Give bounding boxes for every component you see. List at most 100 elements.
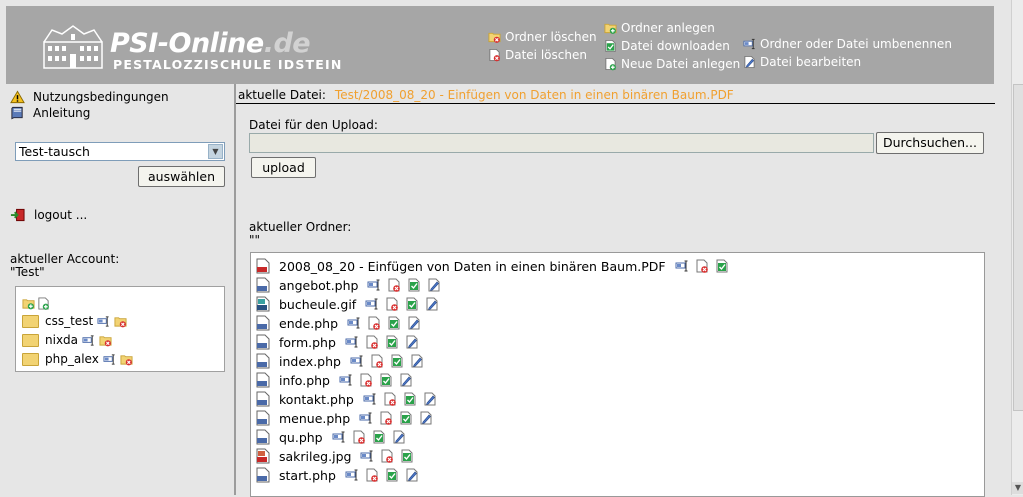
delete-file-icon[interactable]	[365, 335, 379, 349]
file-name[interactable]: start.php	[279, 468, 336, 483]
rename-icon[interactable]	[350, 354, 364, 368]
delete-file-icon[interactable]	[370, 354, 384, 368]
manual-link[interactable]: Anleitung	[10, 106, 90, 120]
tree-folder-item[interactable]: nixda	[22, 332, 112, 348]
create-folder-link[interactable]: Ordner anlegen	[604, 21, 715, 35]
edit-icon[interactable]	[425, 297, 439, 311]
file-row[interactable]: qu.php	[256, 428, 406, 446]
download-icon[interactable]	[407, 278, 421, 292]
delete-file-icon[interactable]	[365, 468, 379, 482]
chevron-down-icon[interactable]: ▼	[208, 144, 223, 159]
edit-icon[interactable]	[419, 411, 433, 425]
rename-icon[interactable]	[332, 430, 346, 444]
file-name[interactable]: ende.php	[279, 316, 338, 331]
delete-file-icon[interactable]	[352, 430, 366, 444]
delete-folder-icon[interactable]	[99, 334, 112, 347]
edit-icon[interactable]	[410, 354, 424, 368]
file-row[interactable]: sakrileg.jpg	[256, 447, 414, 465]
file-row[interactable]: 2008_08_20 - Einfügen von Daten in einen…	[256, 257, 729, 275]
site-logo-text[interactable]: PSI-Online.de	[110, 30, 311, 58]
file-row[interactable]: bucheule.gif	[256, 295, 439, 313]
download-icon[interactable]	[379, 373, 393, 387]
download-icon[interactable]	[390, 354, 404, 368]
new-file-icon[interactable]	[37, 297, 50, 310]
rename-link[interactable]: Ordner oder Datei umbenennen	[743, 37, 952, 51]
file-row[interactable]: index.php	[256, 352, 424, 370]
delete-folder-link[interactable]: Ordner löschen	[488, 30, 597, 44]
edit-icon[interactable]	[423, 392, 437, 406]
delete-folder-icon[interactable]	[114, 315, 127, 328]
download-icon[interactable]	[400, 449, 414, 463]
page-scrollbar[interactable]: ▼	[1011, 0, 1023, 495]
upload-file-field[interactable]	[249, 133, 874, 153]
file-row[interactable]: form.php	[256, 333, 419, 351]
edit-icon[interactable]	[407, 316, 421, 330]
terms-link[interactable]: Nutzungsbedingungen	[10, 90, 169, 104]
rename-icon[interactable]	[367, 278, 381, 292]
edit-icon[interactable]	[405, 468, 419, 482]
new-folder-icon[interactable]	[22, 297, 35, 310]
download-icon[interactable]	[385, 335, 399, 349]
rename-icon[interactable]	[360, 449, 374, 463]
file-row[interactable]: start.php	[256, 466, 419, 484]
rename-icon[interactable]	[103, 353, 116, 366]
file-name[interactable]: qu.php	[279, 430, 323, 445]
delete-file-icon[interactable]	[367, 316, 381, 330]
file-name[interactable]: 2008_08_20 - Einfügen von Daten in einen…	[279, 259, 666, 274]
download-file-link[interactable]: Datei downloaden	[604, 39, 730, 53]
delete-folder-icon[interactable]	[120, 353, 133, 366]
account-select[interactable]: Test-tausch ▼	[15, 142, 225, 161]
delete-file-icon[interactable]	[379, 411, 393, 425]
download-icon[interactable]	[385, 468, 399, 482]
file-row[interactable]: kontakt.php	[256, 390, 437, 408]
rename-icon[interactable]	[345, 468, 359, 482]
rename-icon[interactable]	[359, 411, 373, 425]
rename-icon[interactable]	[363, 392, 377, 406]
delete-file-link[interactable]: Datei löschen	[488, 48, 587, 62]
edit-icon[interactable]	[427, 278, 441, 292]
select-account-button[interactable]: auswählen	[138, 166, 225, 187]
upload-button[interactable]: upload	[251, 157, 316, 178]
download-icon[interactable]	[405, 297, 419, 311]
file-row[interactable]: info.php	[256, 371, 413, 389]
delete-file-icon[interactable]	[695, 259, 709, 273]
edit-icon[interactable]	[392, 430, 406, 444]
file-row[interactable]: angebot.php	[256, 276, 441, 294]
tree-folder-item[interactable]: php_alex	[22, 351, 133, 367]
file-name[interactable]: sakrileg.jpg	[279, 449, 351, 464]
scroll-down-icon[interactable]: ▼	[1012, 482, 1023, 494]
tree-folder-item[interactable]: css_test	[22, 313, 127, 329]
delete-file-icon[interactable]	[359, 373, 373, 387]
rename-icon[interactable]	[339, 373, 353, 387]
download-icon[interactable]	[387, 316, 401, 330]
logout-link[interactable]: logout ...	[10, 208, 87, 222]
browse-button[interactable]: Durchsuchen...	[876, 132, 984, 154]
file-row[interactable]: ende.php	[256, 314, 421, 332]
edit-icon[interactable]	[405, 335, 419, 349]
file-name[interactable]: menue.php	[279, 411, 350, 426]
rename-icon[interactable]	[345, 335, 359, 349]
download-icon[interactable]	[403, 392, 417, 406]
scrollbar-thumb[interactable]	[1013, 84, 1023, 411]
file-name[interactable]: angebot.php	[279, 278, 358, 293]
download-icon[interactable]	[399, 411, 413, 425]
file-name[interactable]: form.php	[279, 335, 336, 350]
download-icon[interactable]	[715, 259, 729, 273]
delete-file-icon[interactable]	[383, 392, 397, 406]
download-icon[interactable]	[372, 430, 386, 444]
delete-file-icon[interactable]	[380, 449, 394, 463]
new-file-link[interactable]: Neue Datei anlegen	[604, 57, 740, 71]
rename-icon[interactable]	[347, 316, 361, 330]
file-name[interactable]: index.php	[279, 354, 341, 369]
rename-icon[interactable]	[675, 259, 689, 273]
rename-icon[interactable]	[82, 334, 95, 347]
file-row[interactable]: menue.php	[256, 409, 433, 427]
file-name[interactable]: info.php	[279, 373, 330, 388]
rename-icon[interactable]	[97, 315, 110, 328]
edit-file-link[interactable]: Datei bearbeiten	[743, 55, 861, 69]
rename-icon[interactable]	[365, 297, 379, 311]
delete-file-icon[interactable]	[385, 297, 399, 311]
edit-icon[interactable]	[399, 373, 413, 387]
delete-file-icon[interactable]	[387, 278, 401, 292]
file-name[interactable]: bucheule.gif	[279, 297, 356, 312]
